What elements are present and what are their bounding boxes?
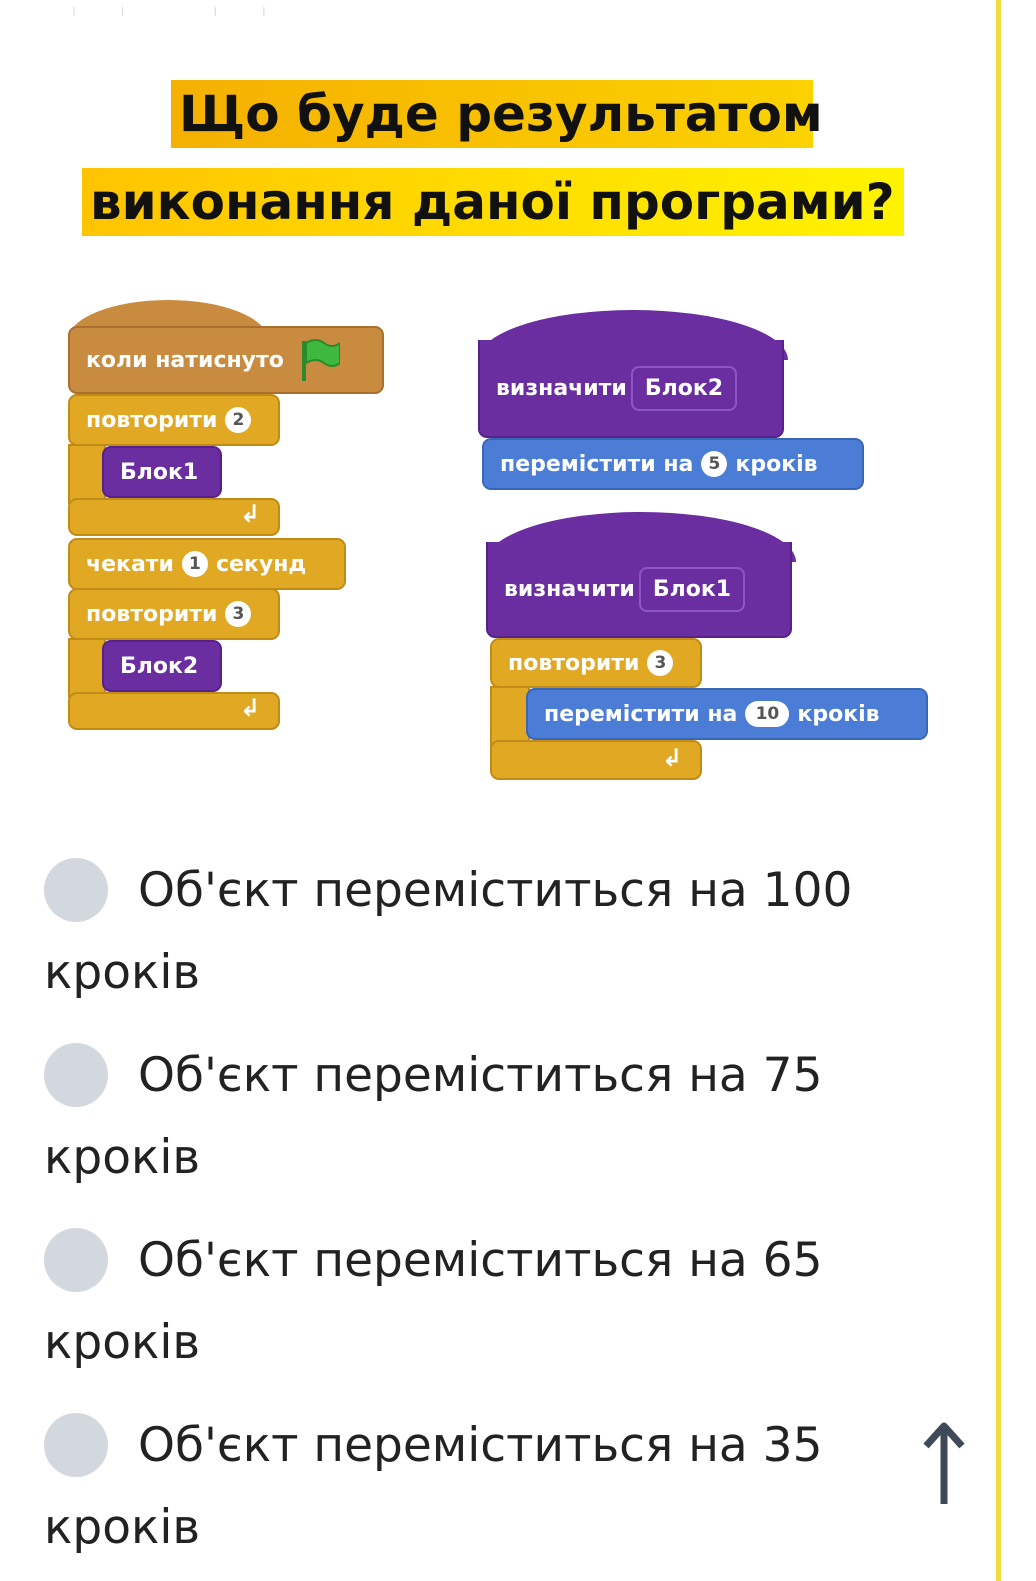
answer-option-text: Об'єкт переміститься на 75 кроків bbox=[44, 1048, 823, 1185]
answer-option-2[interactable]: Об'єкт переміститься на 75 кроків bbox=[44, 1035, 944, 1199]
move-label: перемістити на bbox=[544, 701, 738, 727]
answer-option-4[interactable]: Об'єкт переміститься на 35 кроків bbox=[44, 1405, 944, 1569]
move-block: перемістити на 10 кроків bbox=[526, 688, 928, 740]
wait-label: чекати bbox=[86, 551, 174, 577]
repeat-block-3-footer: ↲ bbox=[490, 740, 702, 780]
repeat-label: повторити bbox=[86, 601, 218, 627]
radio-button[interactable] bbox=[44, 1043, 108, 1107]
radio-button[interactable] bbox=[44, 1413, 108, 1477]
define-block2: визначити Блок2 bbox=[478, 340, 784, 438]
radio-button[interactable] bbox=[44, 858, 108, 922]
arrow-up-icon[interactable] bbox=[922, 1422, 966, 1506]
move-unit: кроків bbox=[735, 451, 818, 477]
move-steps: 5 bbox=[701, 451, 728, 477]
loop-arrow-icon: ↲ bbox=[662, 744, 683, 772]
right-accent-rule bbox=[996, 0, 1001, 1581]
repeat-block-1-arm bbox=[68, 444, 106, 504]
answer-option-1[interactable]: Об'єкт переміститься на 100 кроків bbox=[44, 850, 944, 1014]
repeat-count: 2 bbox=[225, 407, 252, 433]
when-flag-clicked-block: коли натиснуто bbox=[68, 326, 384, 394]
repeat-block-2-footer: ↲ bbox=[68, 692, 280, 730]
question-title-line1: Що буде результатом bbox=[171, 80, 823, 148]
move-label: перемістити на bbox=[500, 451, 694, 477]
call-block1-label: Блок1 bbox=[120, 459, 199, 485]
define-block-name: Блок1 bbox=[638, 566, 746, 612]
loop-arrow-icon: ↲ bbox=[240, 694, 261, 722]
answer-option-3[interactable]: Об'єкт переміститься на 65 кроків bbox=[44, 1220, 944, 1384]
repeat-block-3: повторити 3 bbox=[490, 638, 702, 688]
move-block: перемістити на 5 кроків bbox=[482, 438, 864, 490]
repeat-block-2: повторити 3 bbox=[68, 588, 280, 640]
loop-arrow-icon: ↲ bbox=[240, 500, 261, 528]
repeat-count: 3 bbox=[647, 650, 674, 676]
repeat-block-1: повторити 2 bbox=[68, 394, 280, 446]
wait-value: 1 bbox=[181, 551, 208, 577]
define-label: визначити bbox=[496, 375, 627, 401]
when-flag-label: коли натиснуто bbox=[86, 347, 284, 373]
repeat-label: повторити bbox=[86, 407, 218, 433]
repeat-block-1-footer: ↲ bbox=[68, 498, 280, 536]
repeat-label: повторити bbox=[508, 650, 640, 676]
move-steps: 10 bbox=[745, 701, 790, 727]
define-block-name: Блок2 bbox=[630, 365, 738, 411]
call-block2-label: Блок2 bbox=[120, 653, 199, 679]
answer-option-text: Об'єкт переміститься на 35 кроків bbox=[44, 1418, 823, 1555]
define-block1: визначити Блок1 bbox=[486, 542, 792, 638]
wait-block: чекати 1 секунд bbox=[68, 538, 346, 590]
wait-unit: секунд bbox=[215, 551, 307, 577]
call-block2: Блок2 bbox=[102, 640, 222, 692]
move-unit: кроків bbox=[797, 701, 880, 727]
answer-option-text: Об'єкт переміститься на 65 кроків bbox=[44, 1233, 823, 1370]
top-decoration: ╷╷ ╷╷ bbox=[70, 0, 309, 16]
repeat-block-3-arm bbox=[490, 686, 530, 748]
answer-option-text: Об'єкт переміститься на 100 кроків bbox=[44, 863, 853, 1000]
define-label: визначити bbox=[504, 576, 635, 602]
radio-button[interactable] bbox=[44, 1228, 108, 1292]
question-title-line2: виконання даної програми? bbox=[82, 168, 904, 236]
repeat-count: 3 bbox=[225, 601, 252, 627]
green-flag-icon bbox=[298, 337, 341, 383]
repeat-block-2-arm bbox=[68, 638, 106, 698]
call-block1: Блок1 bbox=[102, 446, 222, 498]
